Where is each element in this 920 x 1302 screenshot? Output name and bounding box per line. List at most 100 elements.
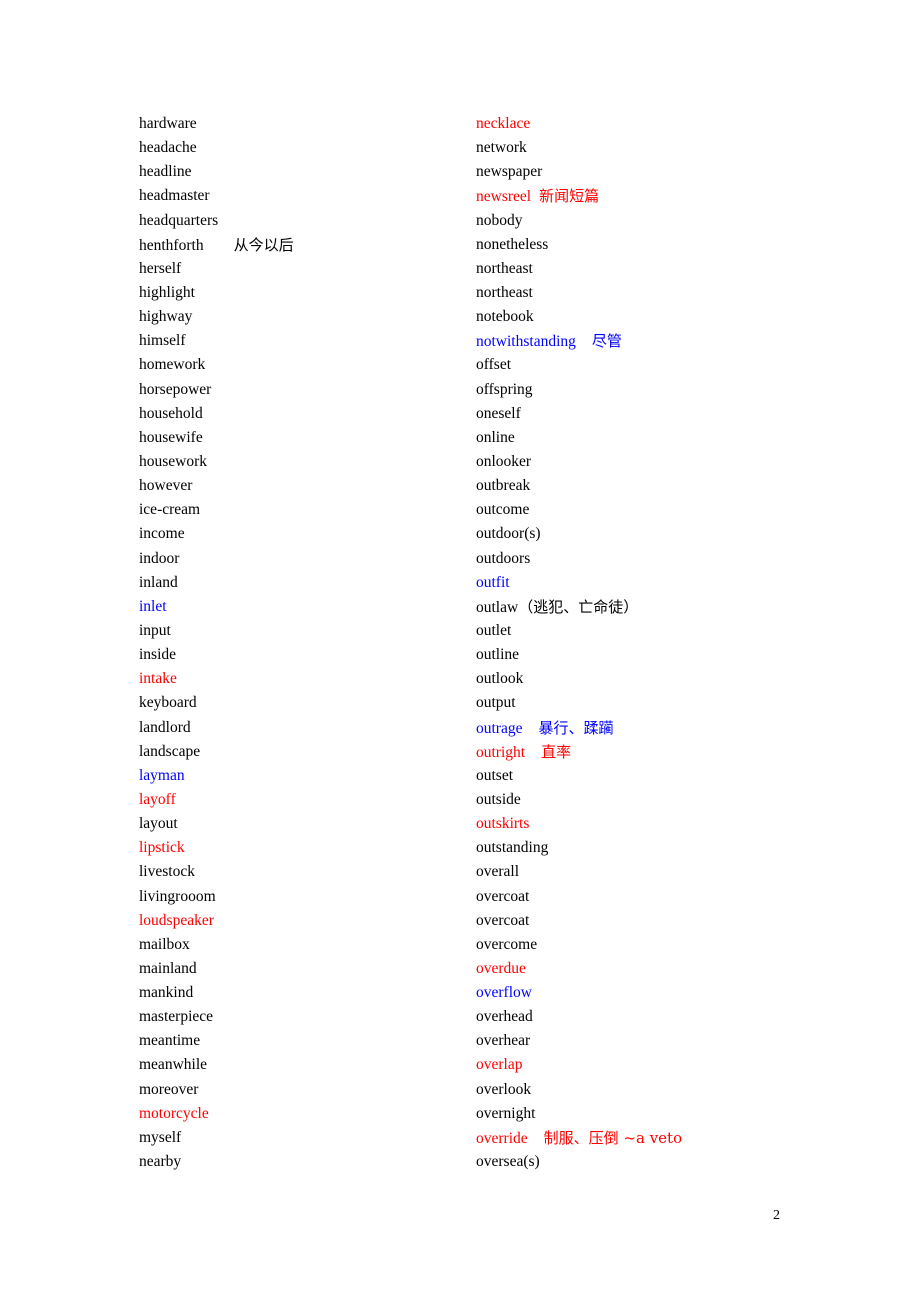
word-entry: layman xyxy=(139,765,294,789)
word-entry: outset xyxy=(476,765,682,789)
word-text: online xyxy=(476,428,515,446)
word-text: herself xyxy=(139,259,182,277)
word-text: overnight xyxy=(476,1104,536,1122)
word-entry: network xyxy=(476,137,682,161)
word-text: henthforth xyxy=(139,236,204,254)
word-text: overcoat xyxy=(476,887,530,905)
word-entry: loudspeaker xyxy=(139,910,294,934)
word-entry: motorcycle xyxy=(139,1103,294,1127)
word-text: notebook xyxy=(476,308,534,326)
word-entry: newsreel 新闻短篇 xyxy=(476,185,682,209)
word-entry: headmaster xyxy=(139,185,294,209)
word-text: himself xyxy=(139,332,186,350)
word-entry: notebook xyxy=(476,306,682,330)
word-text: inside xyxy=(139,646,177,664)
word-text: inlet xyxy=(139,597,167,615)
word-translation: 新闻短篇 xyxy=(539,187,600,206)
word-entry: headache xyxy=(139,137,294,161)
word-entry: livingrooom xyxy=(139,886,294,910)
word-entry: meanwhile xyxy=(139,1054,294,1078)
word-text: overlap xyxy=(476,1056,523,1074)
word-entry: mankind xyxy=(139,982,294,1006)
word-text: myself xyxy=(139,1128,182,1146)
word-text: indoor xyxy=(139,549,180,567)
word-text: moreover xyxy=(139,1080,199,1098)
word-entry: nearby xyxy=(139,1151,294,1175)
word-text: offspring xyxy=(476,380,533,398)
word-entry: inlet xyxy=(139,596,294,620)
word-text: overcome xyxy=(476,935,538,953)
word-text: income xyxy=(139,525,185,543)
word-text: onlooker xyxy=(476,452,532,470)
word-entry: moreover xyxy=(139,1079,294,1103)
word-entry: oversea(s) xyxy=(476,1151,682,1175)
word-text: housewife xyxy=(139,428,203,446)
word-text: northeast xyxy=(476,283,533,301)
word-text: input xyxy=(139,621,171,639)
word-text: overcoat xyxy=(476,911,530,929)
word-entry: override 制服、压倒 ~a veto xyxy=(476,1127,682,1151)
word-entry: homework xyxy=(139,354,294,378)
word-text: housework xyxy=(139,452,208,470)
word-entry: overlook xyxy=(476,1079,682,1103)
word-entry: nonetheless xyxy=(476,234,682,258)
word-entry: output xyxy=(476,692,682,716)
word-entry: overflow xyxy=(476,982,682,1006)
word-translation: 尽管 xyxy=(591,332,622,351)
word-text: landscape xyxy=(139,742,201,760)
word-text: output xyxy=(476,694,516,712)
word-entry: outlaw（逃犯、亡命徒） xyxy=(476,596,682,620)
word-entry: outside xyxy=(476,789,682,813)
word-text: headmaster xyxy=(139,187,210,205)
word-text: motorcycle xyxy=(139,1104,209,1122)
word-text: masterpiece xyxy=(139,1008,214,1026)
word-entry: housework xyxy=(139,451,294,475)
word-text: overlook xyxy=(476,1080,532,1098)
word-entry: inland xyxy=(139,572,294,596)
word-text: mainland xyxy=(139,959,197,977)
word-text: overhear xyxy=(476,1032,531,1050)
word-entry: overnight xyxy=(476,1103,682,1127)
word-entry: himself xyxy=(139,330,294,354)
word-text: outlet xyxy=(476,621,512,639)
word-text: overhead xyxy=(476,1008,533,1026)
word-text: overall xyxy=(476,863,520,881)
word-text: outcome xyxy=(476,501,530,519)
word-entry: indoor xyxy=(139,548,294,572)
word-entry: myself xyxy=(139,1127,294,1151)
word-translation: 从今以后 xyxy=(233,235,294,254)
word-text: livingrooom xyxy=(139,887,216,905)
word-entry: inside xyxy=(139,644,294,668)
word-entry: overhear xyxy=(476,1030,682,1054)
word-entry: input xyxy=(139,620,294,644)
word-text: however xyxy=(139,477,193,495)
document-page: hardware headache headline headmaster headqu… xyxy=(0,0,920,1302)
word-entry: intake xyxy=(139,668,294,692)
word-entry: overcoat xyxy=(476,910,682,934)
word-entry: ice-cream xyxy=(139,499,294,523)
word-text: necklace xyxy=(476,115,531,132)
word-text: outstanding xyxy=(476,839,549,857)
word-translation: （逃犯、亡命徒） xyxy=(518,597,639,616)
word-entry: keyboard xyxy=(139,692,294,716)
word-entry: masterpiece xyxy=(139,1006,294,1030)
word-translation: 暴行、蹂躏 xyxy=(538,718,614,737)
word-entry: oneself xyxy=(476,403,682,427)
word-text: outright xyxy=(476,743,526,761)
word-text: inland xyxy=(139,573,178,591)
word-text: headline xyxy=(139,163,192,181)
word-entry: horsepower xyxy=(139,379,294,403)
word-text: offset xyxy=(476,356,512,374)
word-entry: offset xyxy=(476,354,682,378)
word-entry: overcome xyxy=(476,934,682,958)
word-text: highlight xyxy=(139,283,195,301)
word-entry: overdue xyxy=(476,958,682,982)
word-translation: 直率 xyxy=(541,742,572,761)
word-text: meantime xyxy=(139,1032,201,1050)
word-entry: outskirts xyxy=(476,813,682,837)
word-text: headache xyxy=(139,139,197,157)
word-text: landlord xyxy=(139,718,191,736)
word-text: outbreak xyxy=(476,477,531,495)
word-entry: herself xyxy=(139,258,294,282)
word-text: homework xyxy=(139,356,206,374)
